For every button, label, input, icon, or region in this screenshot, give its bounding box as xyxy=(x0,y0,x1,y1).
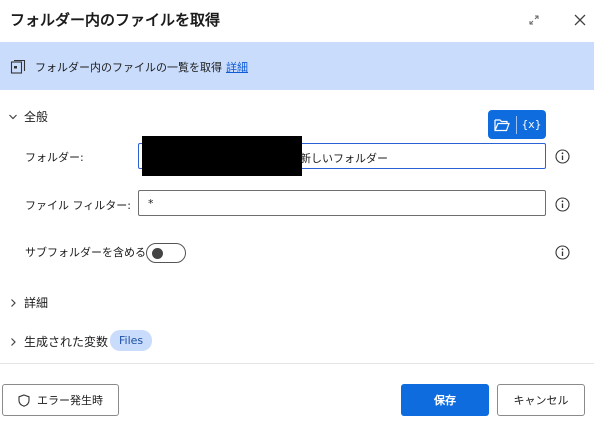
info-icon[interactable] xyxy=(555,197,570,212)
file-filter-label: ファイル フィルター: xyxy=(25,199,131,212)
cancel-button[interactable]: キャンセル xyxy=(497,384,585,416)
dialog-title: フォルダー内のファイルを取得 xyxy=(10,11,221,29)
file-filter-value: * xyxy=(148,196,154,210)
folder-value: 新しいフォルダー xyxy=(300,152,388,165)
on-error-label: エラー発生時 xyxy=(37,394,103,407)
info-icon[interactable] xyxy=(555,245,570,260)
folder-label: フォルダー: xyxy=(25,151,84,164)
insert-variable-button[interactable]: {x} xyxy=(517,118,546,131)
expand-icon xyxy=(529,15,539,25)
footer-divider xyxy=(0,363,594,364)
save-button[interactable]: 保存 xyxy=(401,384,489,416)
section-details-label: 詳細 xyxy=(24,296,49,310)
info-banner: フォルダー内のファイルの一覧を取得 詳細 xyxy=(0,42,594,90)
banner-text: フォルダー内のファイルの一覧を取得 xyxy=(35,61,222,74)
close-button[interactable] xyxy=(570,10,590,30)
variable-badge-files[interactable]: Files xyxy=(110,330,153,351)
info-icon[interactable] xyxy=(555,149,570,164)
shield-icon xyxy=(18,393,30,407)
redacted-path xyxy=(142,136,302,176)
file-filter-input[interactable]: * xyxy=(138,190,546,216)
section-general[interactable]: 全般 xyxy=(8,108,48,125)
select-folder-button[interactable] xyxy=(488,110,516,139)
section-variables[interactable]: 生成された変数 xyxy=(8,333,108,350)
toggle-knob xyxy=(152,248,163,259)
include-subfolders-label: サブフォルダーを含める: xyxy=(25,246,150,259)
chevron-right-icon xyxy=(8,337,18,347)
dialog-titlebar: フォルダー内のファイルを取得 xyxy=(0,0,594,42)
section-variables-label: 生成された変数 xyxy=(24,335,109,349)
include-subfolders-toggle[interactable] xyxy=(146,243,186,263)
section-details[interactable]: 詳細 xyxy=(8,294,48,311)
section-general-label: 全般 xyxy=(24,110,49,124)
close-icon xyxy=(574,14,586,26)
folder-list-icon xyxy=(10,59,26,74)
folder-open-icon xyxy=(494,118,510,131)
folder-picker-group: {x} xyxy=(488,110,546,139)
on-error-button[interactable]: エラー発生時 xyxy=(2,384,119,416)
details-link[interactable]: 詳細 xyxy=(226,61,248,74)
chevron-down-icon xyxy=(8,112,18,122)
chevron-right-icon xyxy=(8,298,18,308)
expand-button[interactable] xyxy=(524,10,544,30)
